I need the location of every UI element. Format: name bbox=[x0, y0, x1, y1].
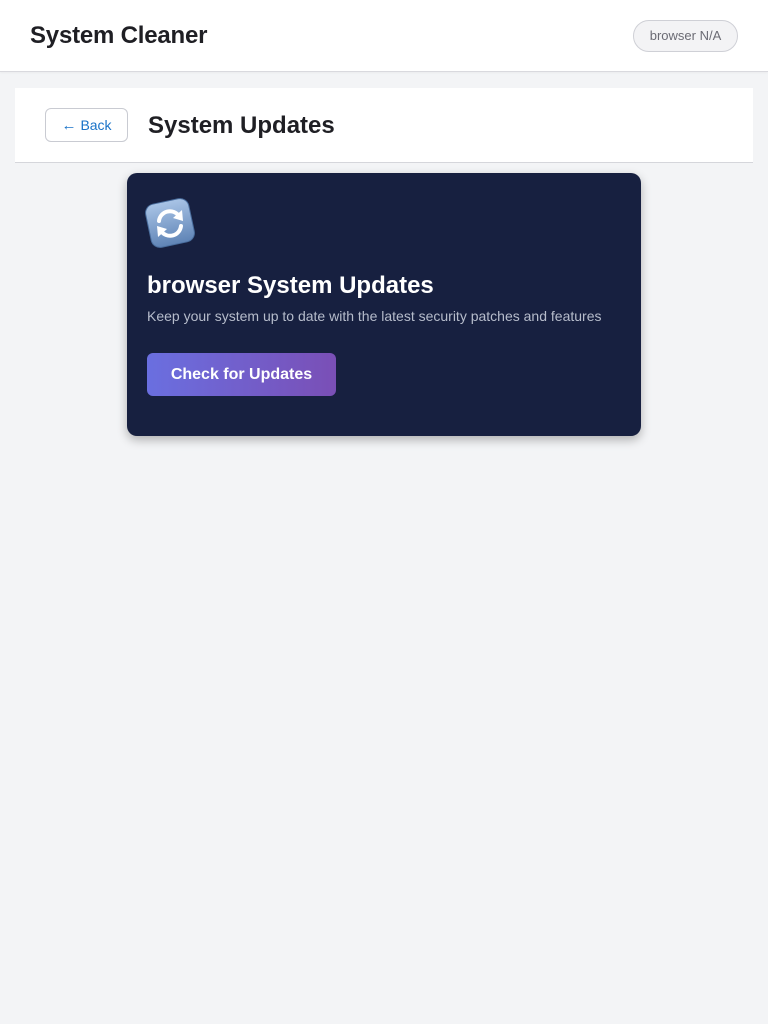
back-arrow-icon: ← bbox=[61, 116, 77, 134]
back-button[interactable]: ← Back bbox=[45, 108, 128, 142]
browser-badge: browser N/A bbox=[633, 20, 738, 52]
system-updates-card: browser System Updates Keep your system … bbox=[127, 173, 641, 436]
card-title: browser System Updates bbox=[147, 272, 434, 299]
app-title: System Cleaner bbox=[30, 22, 208, 49]
app-header: System Cleaner browser N/A bbox=[0, 0, 768, 72]
back-button-label: Back bbox=[80, 117, 112, 133]
page-header: ← Back System Updates bbox=[15, 88, 753, 163]
refresh-icon bbox=[145, 198, 195, 248]
page-title: System Updates bbox=[148, 112, 335, 139]
card-description: Keep your system up to date with the lat… bbox=[147, 308, 602, 324]
check-for-updates-button[interactable]: Check for Updates bbox=[147, 353, 336, 396]
